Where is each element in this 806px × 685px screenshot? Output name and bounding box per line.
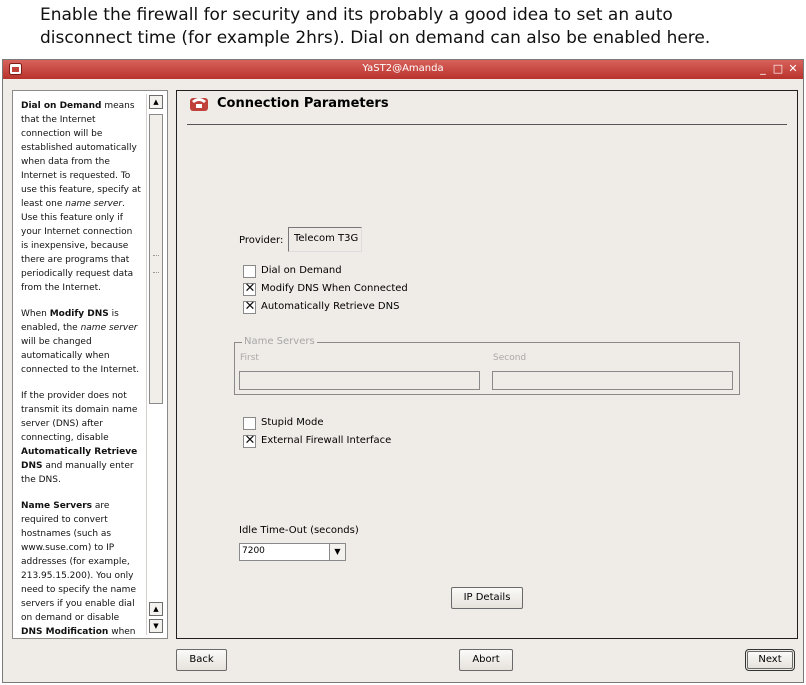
modify-dns-checkbox[interactable]: [243, 281, 256, 296]
provider-value: Telecom T3G: [288, 227, 362, 252]
stupid-mode-label[interactable]: Stupid Mode: [261, 417, 324, 428]
auto-retrieve-dns-label[interactable]: Automatically Retrieve DNS: [261, 301, 399, 312]
yast-window: YaST2@Amanda _ □ ✕ Dial on Demand means …: [2, 59, 804, 683]
next-button[interactable]: Next: [745, 649, 795, 671]
dial-on-demand-label[interactable]: Dial on Demand: [261, 265, 342, 276]
back-button[interactable]: Back: [176, 649, 227, 671]
caption-line-1: Enable the firewall for security and its…: [40, 5, 673, 25]
modify-dns-label[interactable]: Modify DNS When Connected: [261, 283, 408, 294]
auto-retrieve-dns-checkbox[interactable]: [243, 299, 256, 314]
help-paragraph: Name Servers are required to convert hos…: [21, 501, 136, 637]
window-title: YaST2@Amanda: [362, 63, 444, 74]
scroll-up-arrow-icon[interactable]: ▲: [149, 95, 163, 109]
minimize-button[interactable]: _: [756, 62, 770, 76]
scrollbar-thumb[interactable]: [149, 114, 163, 404]
help-panel[interactable]: Dial on Demand means that the Internet c…: [12, 90, 168, 639]
scroll-up-arrow-icon[interactable]: ▲: [149, 602, 163, 616]
idle-timeout-value: 7200: [242, 546, 265, 556]
provider-label: Provider:: [239, 235, 284, 246]
scroll-down-arrow-icon[interactable]: ▼: [149, 619, 163, 633]
ip-details-button[interactable]: IP Details: [451, 587, 523, 609]
caption-line-2: disconnect time (for example 2hrs). Dial…: [40, 28, 711, 48]
name-servers-group: Name Servers First Second: [234, 336, 740, 395]
second-server-label: Second: [493, 353, 527, 363]
first-name-server-input[interactable]: [239, 371, 480, 390]
help-scrollbar[interactable]: ▲ ▲ ▼: [146, 94, 164, 635]
maximize-button[interactable]: □: [771, 62, 785, 76]
connection-parameters-panel: Connection Parameters Provider: Telecom …: [176, 90, 798, 639]
idle-timeout-select[interactable]: 7200 ▼: [239, 543, 346, 561]
help-text: Dial on Demand means that the Internet c…: [21, 99, 141, 638]
external-firewall-checkbox[interactable]: [243, 433, 256, 448]
external-firewall-label[interactable]: External Firewall Interface: [261, 435, 391, 446]
name-servers-legend: Name Servers: [242, 336, 317, 347]
help-paragraph: If the provider does not transmit its do…: [21, 391, 138, 485]
help-paragraph: When Modify DNS is enabled, the name ser…: [21, 309, 140, 375]
idle-timeout-label: Idle Time-Out (seconds): [239, 525, 359, 536]
close-button[interactable]: ✕: [786, 62, 800, 76]
stupid-mode-checkbox[interactable]: [243, 417, 256, 430]
help-paragraph: Dial on Demand means that the Internet c…: [21, 101, 141, 293]
title-divider: [187, 124, 787, 125]
page-title: Connection Parameters: [217, 96, 389, 111]
dial-on-demand-checkbox[interactable]: [243, 265, 256, 278]
caption: Enable the firewall for security and its…: [40, 4, 800, 50]
abort-button[interactable]: Abort: [459, 649, 513, 671]
chevron-down-icon[interactable]: ▼: [329, 544, 345, 560]
title-bar[interactable]: YaST2@Amanda _ □ ✕: [3, 60, 803, 79]
phone-icon: [190, 98, 208, 111]
second-name-server-input[interactable]: [492, 371, 733, 390]
first-server-label: First: [240, 353, 259, 363]
grip-icon: [153, 255, 159, 273]
